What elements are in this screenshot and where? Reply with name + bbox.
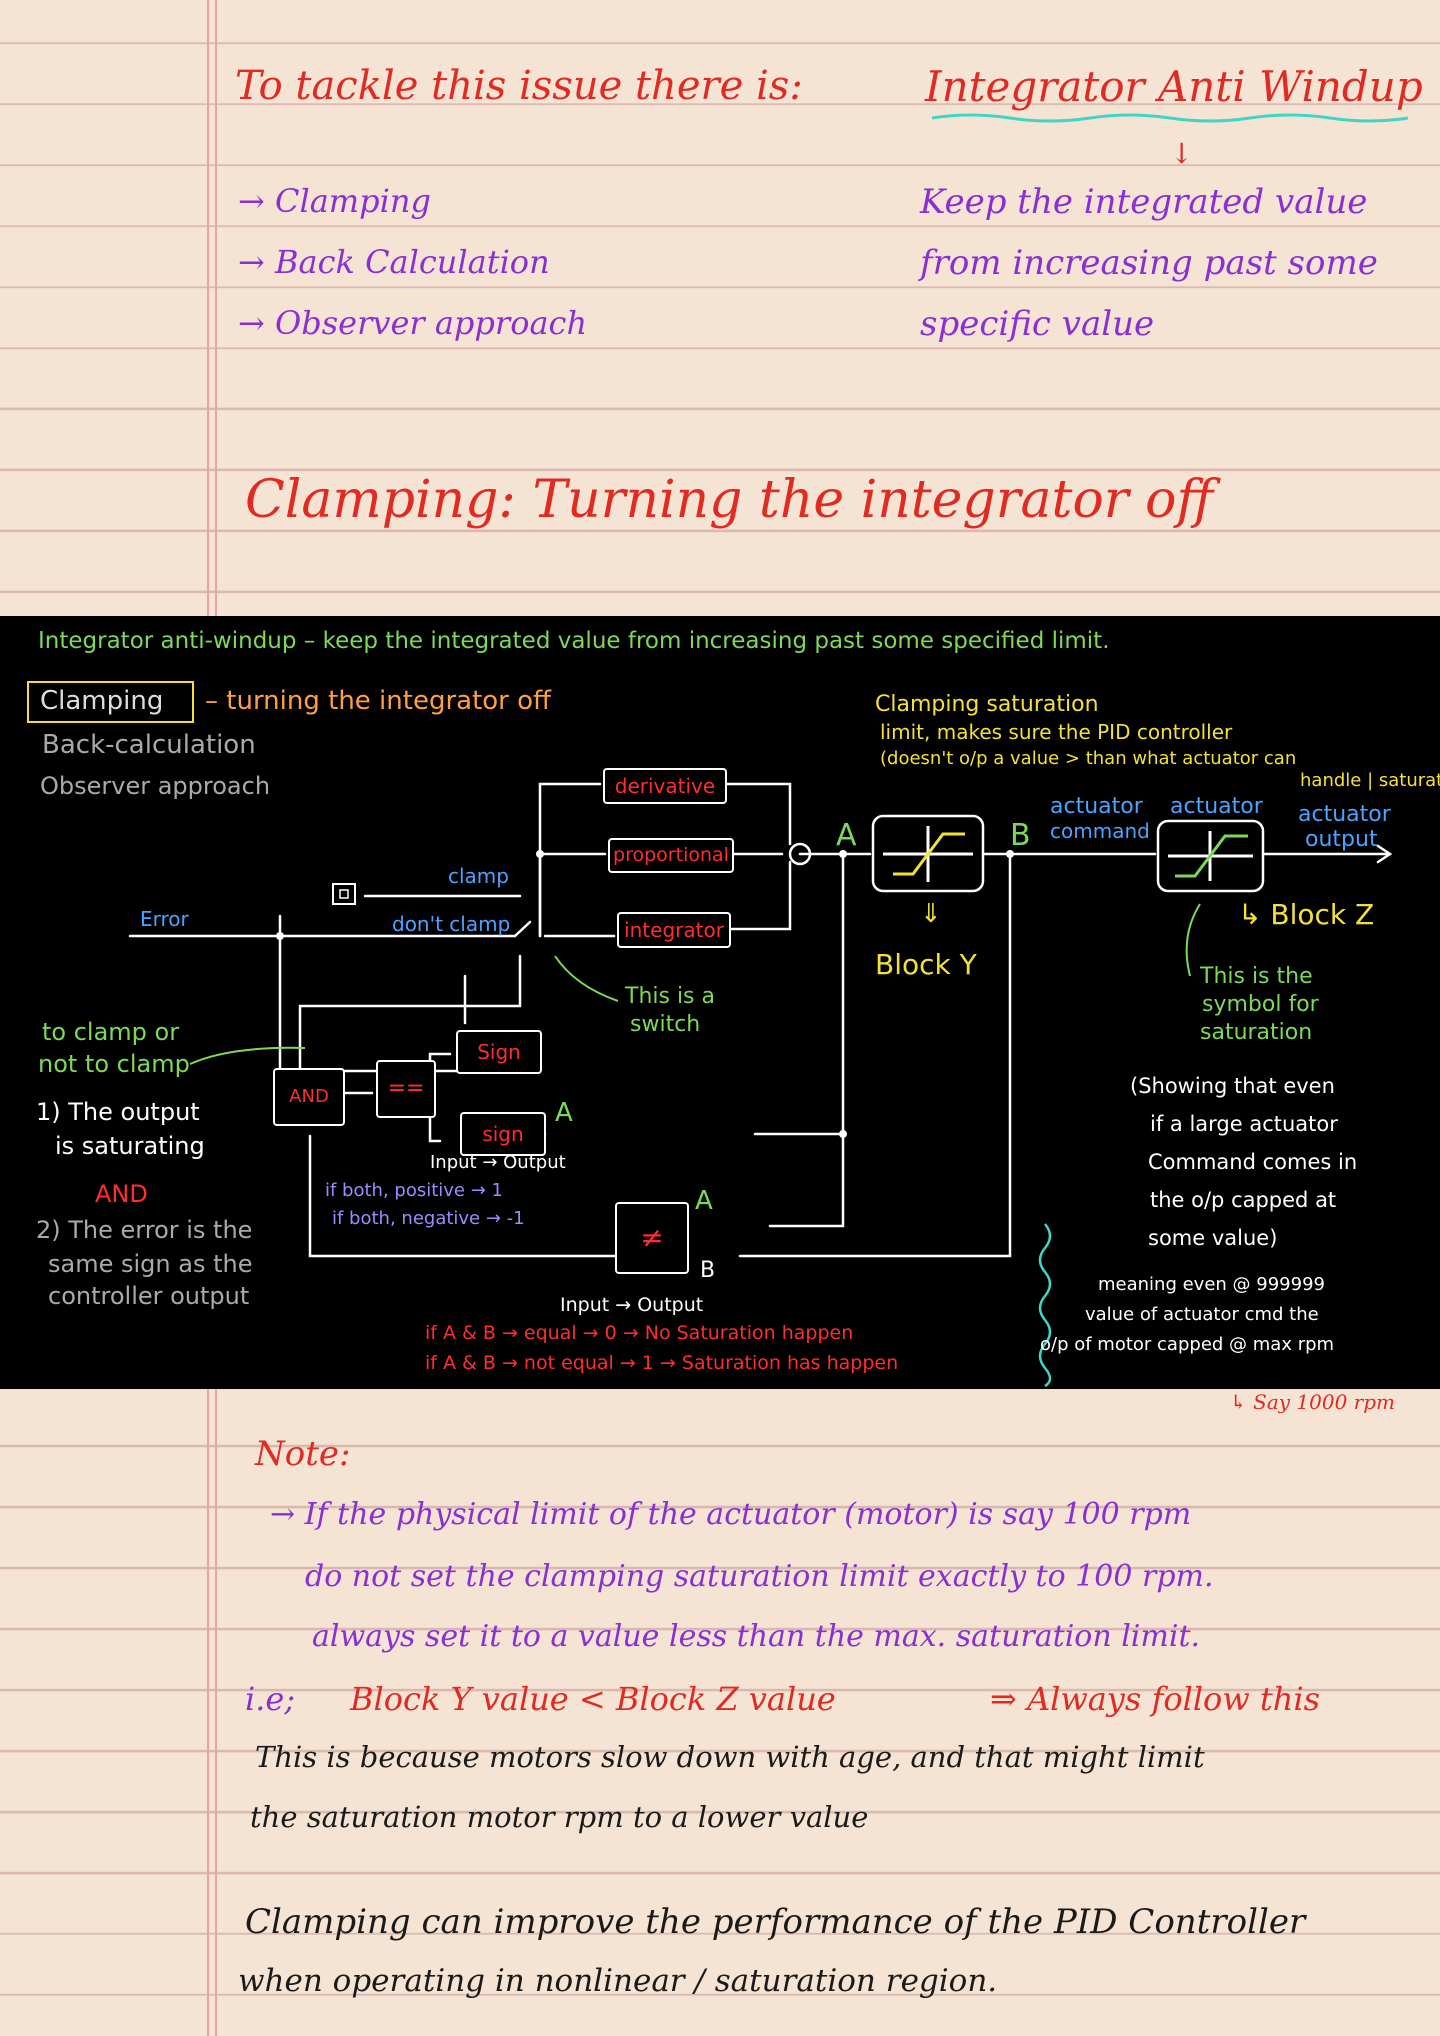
conclusion-1: Clamping can improve the performance of …	[245, 1902, 1306, 1942]
not-equal-block: ≠	[615, 1202, 689, 1274]
block-y-saturation-glyph	[883, 826, 973, 882]
derivative-block: derivative	[603, 768, 727, 804]
actuator-command-line-1: actuator	[1050, 794, 1143, 819]
meaning-2: value of actuator cmd the	[1085, 1304, 1319, 1325]
clamping-title: Clamping: Turning the integrator off	[245, 470, 1214, 530]
block-y-arrow: ⇓	[920, 899, 942, 929]
note-line-4-suffix: ⇒ Always follow this	[990, 1680, 1320, 1718]
say-rpm: ↳ Say 1000 rpm	[1230, 1390, 1395, 1414]
note-title: Note:	[255, 1434, 351, 1474]
neq-table-2: if A & B → equal → 0 → No Saturation hap…	[425, 1322, 854, 1344]
sat-explain-3: Command comes in	[1148, 1150, 1358, 1174]
label-error: Error	[140, 907, 189, 931]
neq-table-3: if A & B → not equal → 1 → Saturation ha…	[425, 1352, 899, 1374]
actuator-output-line-2: output	[1305, 827, 1378, 852]
block-y-label: Block Y	[875, 948, 977, 981]
label-a-neq: A	[695, 1186, 713, 1216]
and-block: AND	[273, 1068, 345, 1126]
sat-limit-title: Clamping saturation	[875, 692, 1099, 717]
neq-table-1: Input → Output	[560, 1294, 704, 1316]
sat-explain-4: the o/p capped at	[1150, 1188, 1337, 1212]
to-clamp-2: not to clamp	[38, 1050, 190, 1078]
note-line-2: do not set the clamping saturation limit…	[305, 1559, 1214, 1594]
sat-symbol-note-3: saturation	[1200, 1020, 1313, 1045]
meaning-3: o/p of motor capped @ max rpm	[1040, 1334, 1335, 1355]
actuator-command-line-2: command	[1050, 819, 1150, 843]
note-line-5: This is because motors slow down with ag…	[255, 1740, 1205, 1774]
block-z-saturation-glyph	[1168, 831, 1253, 881]
definition-line-3: specific value	[920, 304, 1155, 344]
board-clamping: Clamping	[40, 686, 164, 716]
integrator-block: integrator	[617, 912, 731, 948]
heading-right: Integrator Anti Windup	[925, 62, 1423, 111]
cond1-2: is saturating	[55, 1132, 205, 1160]
sat-explain-1: (Showing that even	[1130, 1074, 1335, 1098]
actuator-output-line-1: actuator	[1298, 802, 1391, 827]
actuator-label: actuator	[1170, 794, 1263, 819]
label-b-main: B	[1010, 818, 1031, 853]
label-dont-clamp: don't clamp	[392, 912, 511, 936]
switch-note-line-2: switch	[630, 1012, 701, 1037]
cond2-2: same sign as the	[48, 1250, 253, 1278]
block-z-label: ↳ Block Z	[1238, 898, 1375, 931]
clamping-diagram-board: Integrator anti-windup – keep the integr…	[0, 616, 1440, 1389]
board-clamping-desc: – turning the integrator off	[205, 686, 551, 716]
sign-table-3: if both, negative → -1	[332, 1208, 525, 1229]
note-line-1: → If the physical limit of the actuator …	[270, 1497, 1192, 1532]
switch-note-line-1: This is a	[625, 984, 715, 1009]
board-observer: Observer approach	[40, 772, 271, 800]
method-back-calculation: → Back Calculation	[238, 243, 550, 281]
heading-left: To tackle this issue there is:	[235, 63, 803, 109]
sat-explain-2: if a large actuator	[1150, 1112, 1338, 1136]
sat-symbol-note-2: symbol for	[1202, 992, 1319, 1017]
note-line-4: Block Y value < Block Z value	[350, 1680, 836, 1718]
sign-block-2: sign	[460, 1112, 546, 1156]
board-back-calc: Back-calculation	[42, 730, 256, 760]
sat-limit-line-3: (doesn't o/p a value > than what actuato…	[880, 748, 1297, 769]
board-header: Integrator anti-windup – keep the integr…	[38, 628, 1110, 654]
sign-block-1: Sign	[456, 1030, 542, 1074]
heading-underline	[931, 113, 1409, 123]
down-arrow: ↓	[1170, 137, 1194, 170]
sign-table-1: Input → Output	[430, 1152, 566, 1173]
note-line-4-prefix: i.e;	[245, 1680, 296, 1718]
method-observer: → Observer approach	[238, 304, 588, 342]
proportional-block: proportional	[608, 838, 734, 873]
equals-block: ==	[376, 1060, 436, 1118]
sign-table-2: if both, positive → 1	[325, 1180, 503, 1201]
cond2-3: controller output	[48, 1282, 250, 1310]
label-b-neq: B	[700, 1258, 716, 1283]
note-line-3: always set it to a value less than the m…	[312, 1619, 1201, 1654]
and-text: AND	[95, 1180, 148, 1208]
sat-limit-line-2: limit, makes sure the PID controller	[880, 720, 1233, 744]
label-a-sign: A	[555, 1098, 573, 1128]
label-clamp: clamp	[448, 864, 509, 888]
meaning-1: meaning even @ 999999	[1098, 1274, 1325, 1295]
conclusion-2: when operating in nonlinear / saturation…	[238, 1963, 998, 1999]
sat-symbol-note-1: This is the	[1200, 964, 1313, 989]
sat-explain-5: some value)	[1148, 1226, 1278, 1250]
sat-limit-line-4: handle | saturate	[1300, 770, 1440, 791]
note-line-6: the saturation motor rpm to a lower valu…	[250, 1800, 869, 1834]
to-clamp-1: to clamp or	[42, 1018, 180, 1046]
method-clamping: → Clamping	[238, 182, 431, 220]
definition-line-2: from increasing past some	[920, 243, 1378, 283]
definition-line-1: Keep the integrated value	[920, 182, 1368, 222]
cond2-1: 2) The error is the	[36, 1216, 253, 1244]
cond1-1: 1) The output	[36, 1098, 200, 1126]
label-a-main: A	[836, 818, 857, 853]
